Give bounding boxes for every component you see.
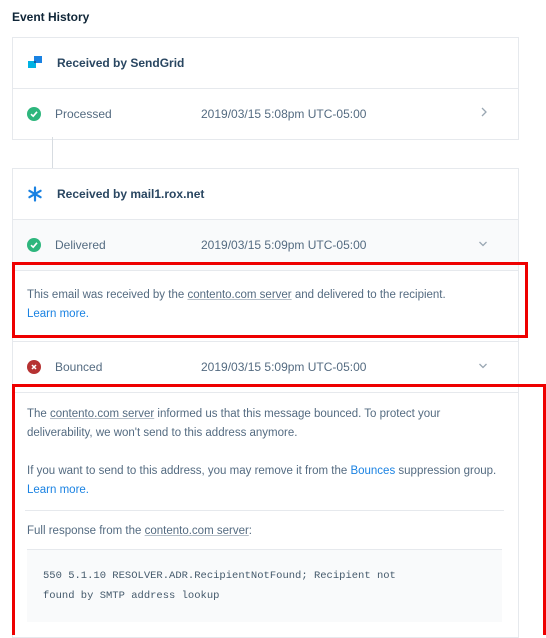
server-burst-icon (27, 185, 49, 203)
chevron-down-icon[interactable] (478, 359, 488, 373)
error-circle-icon (27, 360, 41, 374)
sendgrid-logo-icon (27, 54, 49, 72)
chevron-right-icon[interactable] (480, 106, 488, 120)
card-header-label: Received by mail1.rox.net (57, 187, 205, 201)
event-row-processed[interactable]: Processed 2019/03/15 5:08pm UTC-05:00 (13, 89, 518, 139)
timeline-connector (52, 137, 53, 168)
event-card-sendgrid: Received by SendGrid Processed 2019/03/1… (12, 37, 519, 140)
event-timestamp: 2019/03/15 5:09pm UTC-05:00 (201, 360, 367, 374)
card-header-label: Received by SendGrid (57, 56, 185, 70)
event-status: Delivered (55, 238, 106, 252)
chevron-down-icon[interactable] (478, 237, 488, 251)
card-header: Received by mail1.rox.net (13, 169, 518, 220)
highlight-box-delivered (12, 262, 528, 338)
check-circle-icon (27, 238, 41, 252)
event-status: Processed (55, 107, 112, 121)
highlight-box-bounced (12, 384, 546, 635)
check-circle-icon (27, 107, 41, 121)
event-timestamp: 2019/03/15 5:09pm UTC-05:00 (201, 238, 367, 252)
event-status: Bounced (55, 360, 103, 374)
event-timestamp: 2019/03/15 5:08pm UTC-05:00 (201, 107, 367, 121)
page-title: Event History (12, 10, 90, 24)
card-header: Received by SendGrid (13, 38, 518, 89)
